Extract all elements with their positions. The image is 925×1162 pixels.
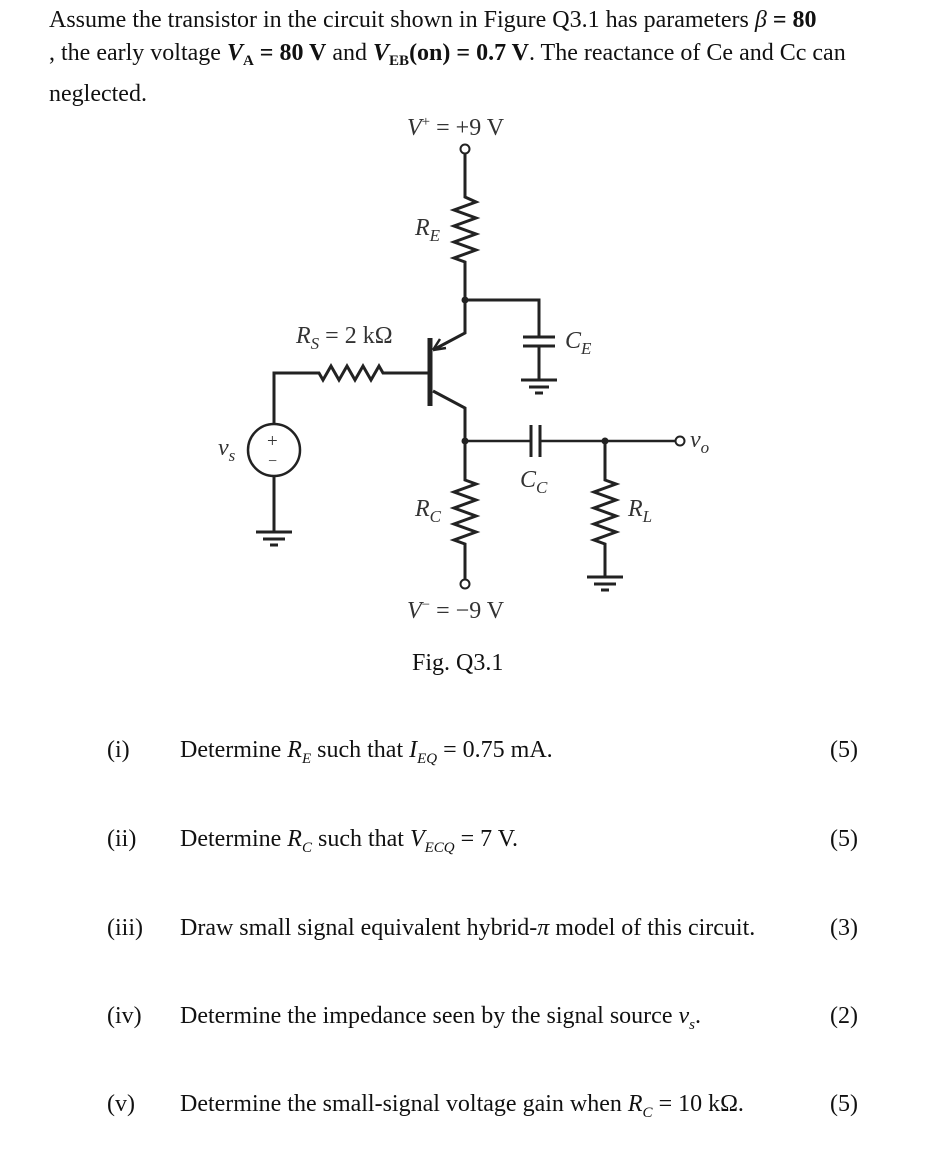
- question-number: (v): [107, 1091, 135, 1117]
- question-marks: (2): [830, 1003, 858, 1029]
- vo-terminal: [674, 435, 686, 447]
- cc-capacitor-plates: [529, 425, 542, 457]
- vo-label: vo: [690, 427, 709, 457]
- va-subscript: A: [242, 53, 254, 69]
- vplus-terminal: [459, 143, 471, 155]
- re-label: RE: [414, 215, 441, 245]
- va-symbol: V: [226, 40, 243, 66]
- question-number: (iii): [107, 915, 143, 941]
- beta-value: = 80: [766, 7, 817, 33]
- question-item: (v) Determine the small-signal voltage g…: [0, 1091, 925, 1125]
- rs-label: RS = 2 kΩ: [295, 323, 393, 353]
- intro-text: and: [326, 40, 374, 66]
- rc-label: RC: [414, 496, 442, 526]
- question-item: (iv) Determine the impedance seen by the…: [0, 1003, 925, 1037]
- question-text: Determine the small-signal voltage gain …: [180, 1091, 744, 1121]
- figure-caption: Fig. Q3.1: [412, 650, 504, 676]
- rl-label: RL: [627, 496, 652, 526]
- ce-ground-icon: [521, 378, 557, 395]
- question-text: Draw small signal equivalent hybrid-π mo…: [180, 915, 756, 941]
- rl-resistor: [589, 441, 621, 576]
- vs-plus-sign: +: [267, 431, 278, 452]
- rl-ground-icon: [587, 575, 623, 592]
- ce-wire: [465, 298, 541, 336]
- va-value: = 80 V: [253, 40, 327, 66]
- re-resistor: [449, 154, 481, 300]
- veb-subscript: EB: [389, 53, 410, 69]
- question-marks: (5): [830, 737, 858, 763]
- question-number: (ii): [107, 826, 137, 852]
- question-text: Determine the impedance seen by the sign…: [180, 1003, 701, 1033]
- transistor-collector: [432, 389, 467, 441]
- vs-label: vs: [218, 435, 236, 465]
- intro-text: , the early voltage: [49, 40, 227, 66]
- veb-symbol: V: [373, 40, 390, 66]
- rc-resistor: [449, 441, 481, 579]
- question-text: Determine RE such that IEQ = 0.75 mA.: [180, 737, 553, 767]
- vplus-label: V+ = +9 V: [407, 114, 505, 141]
- vs-minus-sign: −: [268, 453, 277, 470]
- cc-label: CC: [520, 467, 548, 497]
- ce-label: CE: [565, 328, 592, 358]
- question-marks: (5): [830, 1091, 858, 1117]
- vminus-terminal: [459, 578, 471, 590]
- vminus-label: V− = −9 V: [407, 597, 505, 624]
- problem-statement: Assume the transistor in the circuit sho…: [49, 4, 889, 111]
- question-marks: (3): [830, 915, 858, 941]
- beta-symbol: β: [754, 7, 767, 33]
- veb-value: (on) = 0.7 V: [409, 40, 529, 66]
- vs-ground-icon: [256, 530, 292, 547]
- question-number: (iv): [107, 1003, 142, 1029]
- question-item: (iii) Draw small signal equivalent hybri…: [0, 915, 925, 949]
- intro-text: Assume the transistor in the circuit sho…: [49, 7, 755, 33]
- question-text: Determine RC such that VECQ = 7 V.: [180, 826, 518, 856]
- question-number: (i): [107, 737, 130, 763]
- circuit-diagram: V+ = +9 V RE RS = 2 kΩ CE vs + − CC vo R…: [218, 114, 709, 624]
- rs-resistor: [272, 362, 430, 424]
- question-item: (ii) Determine RC such that VECQ = 7 V. …: [0, 826, 925, 860]
- question-marks: (5): [830, 826, 858, 852]
- question-item: (i) Determine RE such that IEQ = 0.75 mA…: [0, 737, 925, 771]
